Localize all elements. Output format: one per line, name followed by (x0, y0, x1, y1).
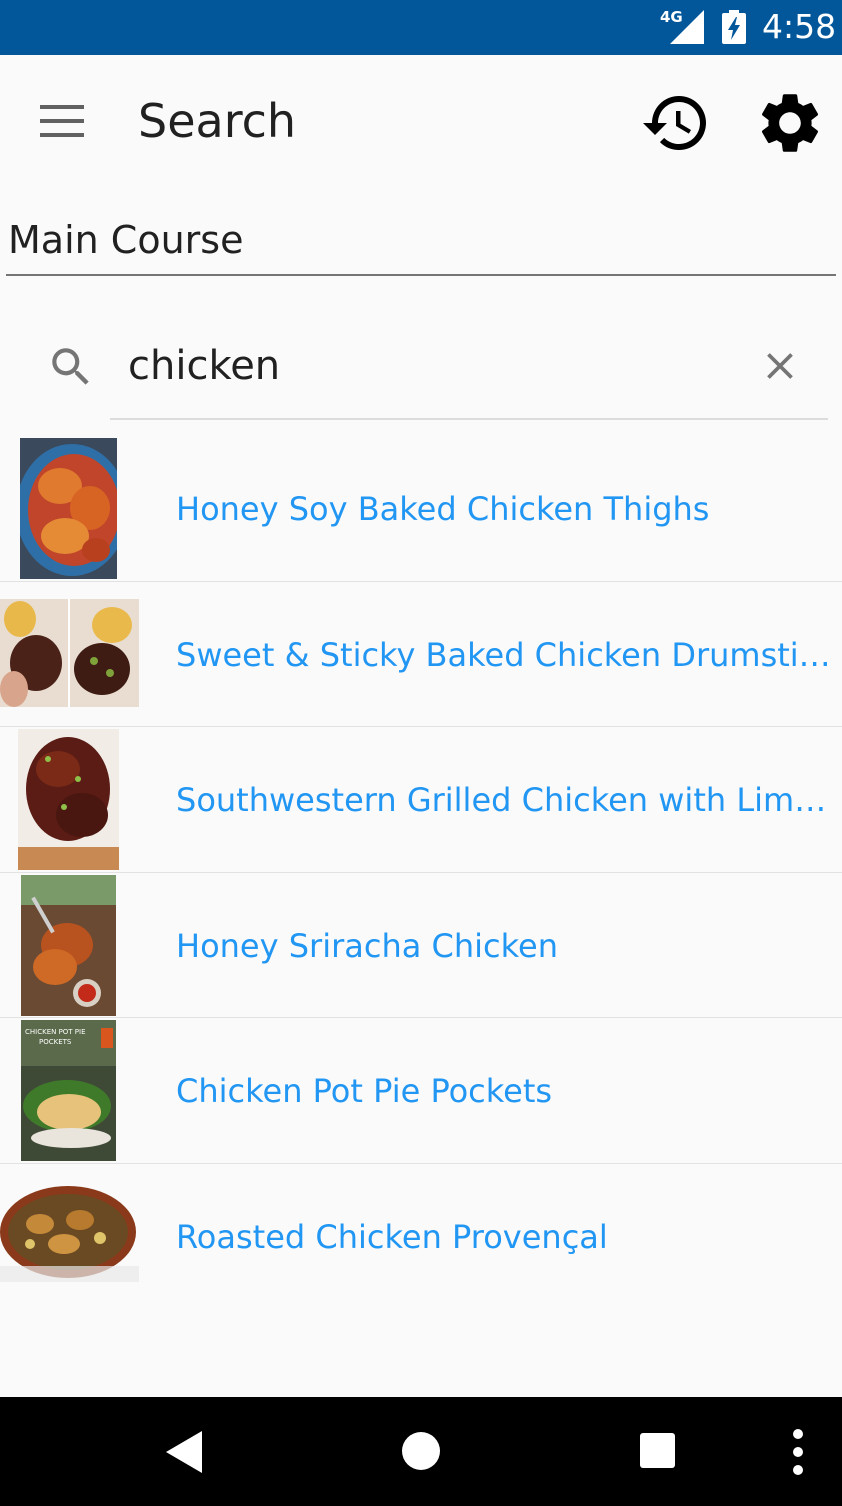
recipe-thumbnail (0, 1181, 139, 1282)
search-underline (110, 418, 828, 420)
page-title: Search (138, 94, 297, 148)
recipe-thumbnail (18, 729, 119, 870)
category-label: Main Course (8, 218, 244, 262)
category-dropdown[interactable]: Main Course (6, 212, 836, 276)
system-nav-bar (0, 1397, 842, 1506)
recipe-thumbnail: CHICKEN POT PIE POCKETS (21, 1020, 116, 1161)
history-icon[interactable] (640, 87, 712, 159)
recipe-title: Sweet & Sticky Baked Chicken Drumsticks (176, 635, 836, 674)
recipe-thumbnail (20, 438, 117, 579)
more-icon[interactable] (792, 1429, 804, 1477)
battery-charging-icon (722, 10, 746, 44)
list-item[interactable]: Honey Soy Baked Chicken Thighs (0, 436, 842, 582)
list-item[interactable]: Roasted Chicken Provençal (0, 1164, 842, 1310)
list-item[interactable]: Sweet & Sticky Baked Chicken Drumsticks (0, 582, 842, 727)
status-time: 4:58 (762, 7, 837, 46)
app-toolbar: Search (0, 55, 842, 190)
thumbnail-text: CHICKEN POT PIE (25, 1028, 86, 1036)
recipe-title: Honey Soy Baked Chicken Thighs (176, 490, 710, 528)
results-list: Honey Soy Baked Chicken Thighs Sweet & S… (0, 436, 842, 1309)
menu-icon[interactable] (38, 101, 86, 141)
list-item[interactable]: Southwestern Grilled Chicken with Lime B… (0, 727, 842, 873)
back-icon[interactable] (166, 1431, 206, 1473)
search-icon (52, 348, 89, 385)
svg-text:POCKETS: POCKETS (39, 1038, 72, 1046)
search-bar (0, 320, 842, 420)
recipe-title: Chicken Pot Pie Pockets (176, 1072, 553, 1110)
list-item[interactable]: Honey Sriracha Chicken (0, 873, 842, 1018)
recipe-title: Roasted Chicken Provençal (176, 1217, 608, 1256)
recipe-thumbnail (21, 874, 116, 1016)
recipe-thumbnail (0, 598, 139, 707)
recipe-title: Honey Sriracha Chicken (176, 926, 558, 965)
recents-icon[interactable] (640, 1433, 675, 1468)
list-item[interactable]: CHICKEN POT PIE POCKETS Chicken Pot Pie … (0, 1018, 842, 1164)
status-bar: 4G 4:58 (0, 0, 842, 55)
search-input[interactable] (128, 338, 728, 394)
signal-icon (670, 10, 704, 44)
settings-icon[interactable] (754, 87, 826, 159)
clear-icon[interactable] (758, 344, 802, 388)
recipe-title: Southwestern Grilled Chicken with Lime B… (176, 781, 836, 819)
home-icon[interactable] (402, 1432, 440, 1470)
